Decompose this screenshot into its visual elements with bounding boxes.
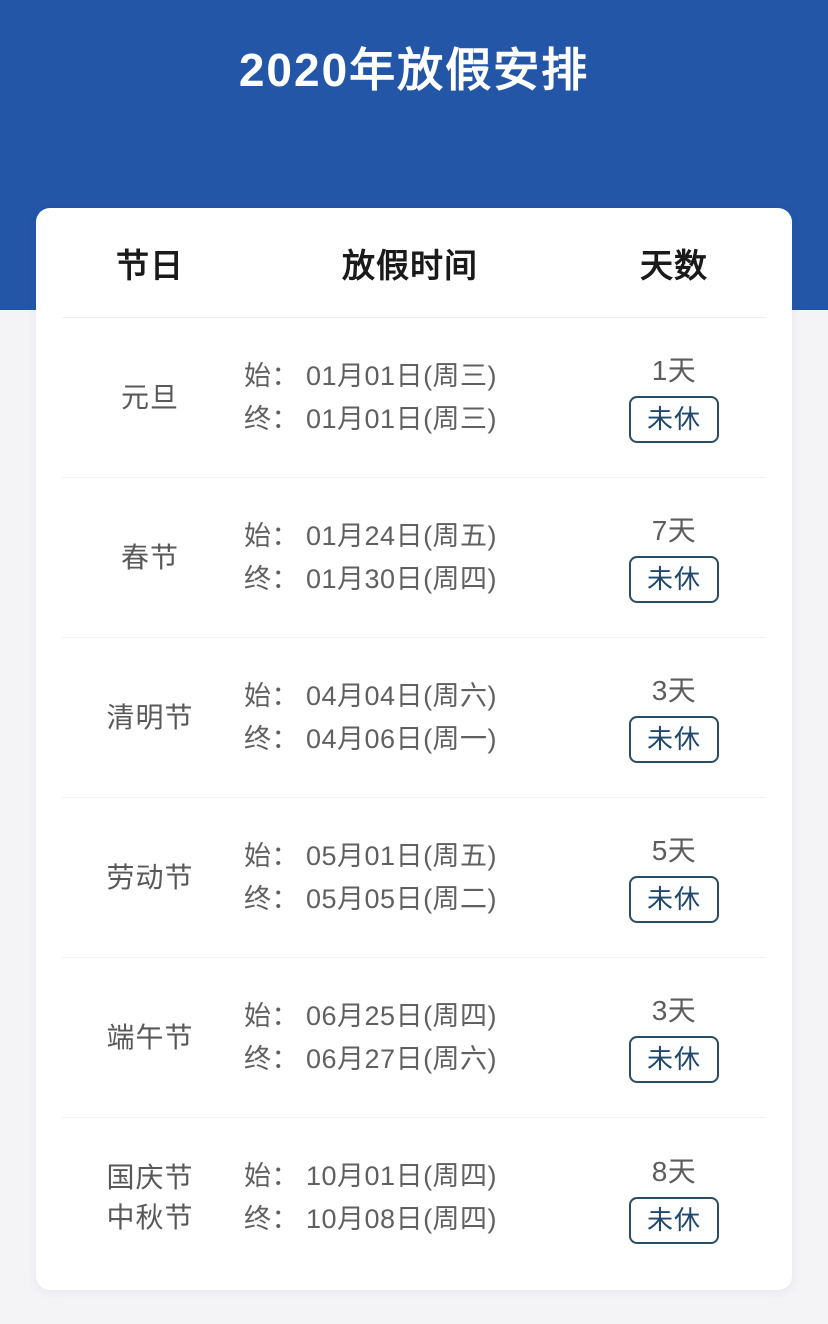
table-row: 劳动节 始： 05月01日(周五) 终： 05月05日(周二) 5天 未休 — [62, 798, 766, 958]
end-date-value: 04月06日(周一) — [306, 723, 498, 754]
start-date-value: 10月01日(周四) — [306, 1161, 498, 1191]
end-date-label: 终： — [244, 723, 299, 754]
end-date-value: 05月05日(周二) — [306, 883, 498, 914]
holiday-name-cell: 国庆节 中秋节 — [62, 1158, 238, 1238]
holiday-dates-cell: 始： 05月01日(周五) 终： 05月05日(周二) — [238, 835, 582, 921]
end-date-label: 终： — [244, 883, 299, 914]
table-row: 元旦 始： 01月01日(周三) 终： 01月01日(周三) 1天 未休 — [62, 318, 766, 478]
holiday-days-cell: 1天 未休 — [582, 352, 766, 443]
page-title: 2020年放假安排 — [238, 44, 590, 96]
start-date-value: 04月04日(周六) — [306, 680, 498, 711]
end-date-label: 终： — [244, 403, 299, 434]
start-date-label: 始： — [244, 520, 299, 551]
start-date-line: 始： 06月25日(周四) — [244, 995, 582, 1038]
status-badge[interactable]: 未休 — [628, 1196, 719, 1244]
holiday-table: 节日 放假时间 天数 元旦 始： 01月01日(周三) 终： 01月01日(周三… — [36, 208, 792, 1278]
end-date-value: 01月30日(周四) — [306, 563, 498, 594]
start-date-line: 始： 05月01日(周五) — [244, 835, 582, 878]
holiday-name-line1: 劳动节 — [106, 861, 194, 893]
start-date-value: 01月24日(周五) — [306, 520, 498, 551]
end-date-line: 终： 05月05日(周二) — [244, 878, 582, 921]
page-root: 2020年放假安排 节日 放假时间 天数 元旦 始： 01月01日(周三) 终：… — [0, 0, 828, 1324]
end-date-value: 01月01日(周三) — [306, 403, 498, 434]
table-row: 春节 始： 01月24日(周五) 终： 01月30日(周四) 7天 未休 — [62, 478, 766, 638]
days-count: 5天 — [651, 835, 697, 866]
status-badge[interactable]: 未休 — [628, 396, 719, 443]
start-date-label: 始： — [244, 1000, 299, 1031]
start-date-label: 始： — [244, 360, 299, 391]
start-date-value: 05月01日(周五) — [306, 840, 498, 871]
end-date-line: 终： 01月30日(周四) — [244, 558, 582, 601]
holiday-name-line2: 中秋节 — [106, 1202, 194, 1233]
status-badge[interactable]: 未休 — [628, 1036, 719, 1083]
table-row: 端午节 始： 06月25日(周四) 终： 06月27日(周六) 3天 未休 — [62, 958, 766, 1118]
holiday-name-cell: 春节 — [62, 538, 238, 578]
holiday-days-cell: 3天 未休 — [582, 992, 766, 1083]
start-date-line: 始： 10月01日(周四) — [244, 1155, 582, 1198]
holiday-dates-cell: 始： 01月01日(周三) 终： 01月01日(周三) — [238, 355, 582, 441]
column-header-dates: 放假时间 — [342, 246, 478, 284]
end-date-label: 终： — [244, 1204, 299, 1234]
holiday-dates-cell: 始： 04月04日(周六) 终： 04月06日(周一) — [238, 675, 582, 761]
table-row: 国庆节 中秋节 始： 10月01日(周四) 终： 10月08日(周四) 8天 未… — [62, 1118, 766, 1278]
days-count: 8天 — [651, 1155, 697, 1187]
holiday-days-cell: 7天 未休 — [582, 512, 766, 603]
holiday-name-cell: 元旦 — [62, 378, 238, 418]
end-date-label: 终： — [244, 1043, 299, 1074]
days-count: 3天 — [651, 995, 697, 1026]
holiday-name-line1: 国庆节 — [106, 1162, 194, 1193]
end-date-line: 终： 01月01日(周三) — [244, 398, 582, 441]
start-date-value: 01月01日(周三) — [306, 360, 498, 391]
end-date-label: 终： — [244, 563, 299, 594]
holiday-days-cell: 5天 未休 — [582, 832, 766, 923]
start-date-label: 始： — [244, 680, 299, 711]
holiday-dates-cell: 始： 10月01日(周四) 终： 10月08日(周四) — [238, 1155, 582, 1241]
status-badge[interactable]: 未休 — [628, 876, 719, 923]
end-date-value: 06月27日(周六) — [306, 1043, 498, 1074]
table-header-row: 节日 放假时间 天数 — [62, 208, 766, 318]
start-date-value: 06月25日(周四) — [306, 1000, 498, 1031]
days-count: 1天 — [651, 355, 697, 386]
holiday-name-line1: 春节 — [120, 541, 179, 573]
days-count: 3天 — [651, 675, 697, 706]
end-date-line: 终： 04月06日(周一) — [244, 718, 582, 761]
holiday-name-cell: 端午节 — [62, 1018, 238, 1058]
holiday-days-cell: 3天 未休 — [582, 672, 766, 763]
holiday-dates-cell: 始： 06月25日(周四) 终： 06月27日(周六) — [238, 995, 582, 1081]
holiday-schedule-card: 节日 放假时间 天数 元旦 始： 01月01日(周三) 终： 01月01日(周三… — [36, 208, 792, 1290]
end-date-line: 终： 10月08日(周四) — [244, 1198, 582, 1241]
holiday-dates-cell: 始： 01月24日(周五) 终： 01月30日(周四) — [238, 515, 582, 601]
holiday-days-cell: 8天 未休 — [582, 1153, 766, 1244]
end-date-line: 终： 06月27日(周六) — [244, 1038, 582, 1081]
column-header-days: 天数 — [640, 246, 708, 284]
holiday-name-cell: 清明节 — [62, 698, 238, 738]
start-date-label: 始： — [244, 1161, 299, 1191]
days-count: 7天 — [651, 515, 697, 546]
start-date-line: 始： 01月24日(周五) — [244, 515, 582, 558]
status-badge[interactable]: 未休 — [628, 716, 719, 763]
holiday-name-line1: 清明节 — [106, 701, 194, 733]
start-date-line: 始： 04月04日(周六) — [244, 675, 582, 718]
holiday-name-cell: 劳动节 — [62, 858, 238, 898]
column-header-holiday: 节日 — [116, 246, 184, 284]
start-date-line: 始： 01月01日(周三) — [244, 355, 582, 398]
holiday-name-line1: 元旦 — [120, 381, 179, 413]
table-row: 清明节 始： 04月04日(周六) 终： 04月06日(周一) 3天 未休 — [62, 638, 766, 798]
status-badge[interactable]: 未休 — [628, 556, 719, 603]
holiday-name-line1: 端午节 — [106, 1021, 194, 1053]
end-date-value: 10月08日(周四) — [306, 1204, 498, 1234]
start-date-label: 始： — [244, 840, 299, 871]
